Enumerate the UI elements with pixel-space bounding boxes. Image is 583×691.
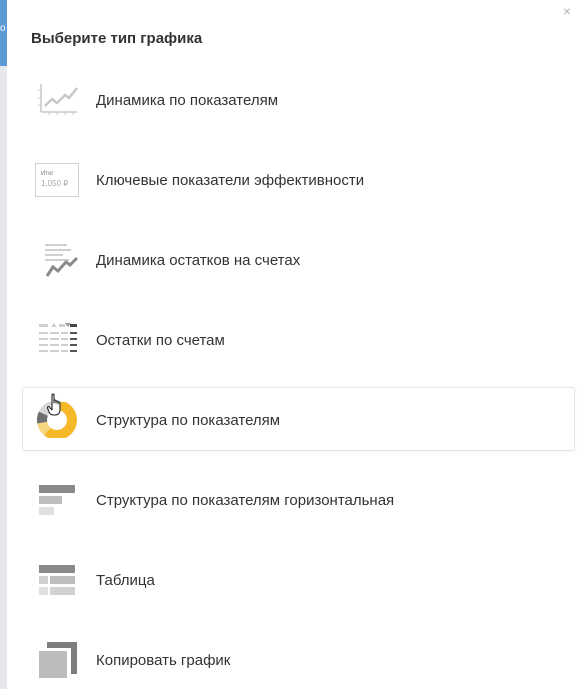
menu-item-table[interactable]: Таблица — [22, 547, 575, 611]
menu-item-label: Структура по показателям горизонтальная — [96, 492, 395, 509]
menu-item-account-balances[interactable]: Остатки по счетам — [22, 307, 575, 371]
menu-item-label: Структура по показателям — [96, 412, 281, 429]
chart-type-list: Динамика по показателям Итог 1,050 ₽ Клю… — [22, 60, 575, 691]
kpi-icon-title: Итог — [41, 171, 54, 177]
menu-item-structure-horizontal[interactable]: Структура по показателям горизонтальная — [22, 467, 575, 531]
menu-item-kpi[interactable]: Итог 1,050 ₽ Ключевые показатели эффекти… — [22, 147, 575, 211]
menu-item-label: Ключевые показатели эффективности — [96, 172, 365, 189]
side-panel-accent: о — [0, 0, 7, 66]
menu-item-label: Копировать график — [96, 652, 231, 669]
table-icon — [35, 562, 79, 598]
menu-item-dynamics[interactable]: Динамика по показателям — [22, 67, 575, 131]
dialog-title: Выберите тип графика — [31, 30, 203, 47]
horizontal-bar-icon — [35, 482, 79, 518]
menu-item-structure[interactable]: Структура по показателям — [22, 387, 575, 451]
kpi-icon-value: 1,050 ₽ — [41, 179, 68, 188]
close-icon[interactable]: × — [563, 3, 571, 19]
menu-item-label: Динамика по показателям — [96, 92, 279, 109]
menu-item-balance-dynamics[interactable]: Динамика остатков на счетах — [22, 227, 575, 291]
donut-chart-icon — [35, 400, 79, 440]
menu-item-copy-chart[interactable]: Копировать график — [22, 627, 575, 691]
menu-item-label: Таблица — [96, 572, 155, 589]
copy-chart-icon — [35, 642, 79, 678]
side-panel-edge-text: о — [0, 23, 6, 34]
account-balances-icon — [35, 322, 79, 358]
kpi-card-icon: Итог 1,050 ₽ — [35, 162, 79, 198]
menu-item-label: Остатки по счетам — [96, 332, 225, 349]
menu-item-label: Динамика остатков на счетах — [96, 252, 301, 269]
side-panel-edge: о — [0, 0, 7, 689]
balance-trend-icon — [35, 242, 79, 278]
close-button[interactable]: × — [560, 4, 574, 18]
line-chart-icon — [35, 82, 79, 118]
